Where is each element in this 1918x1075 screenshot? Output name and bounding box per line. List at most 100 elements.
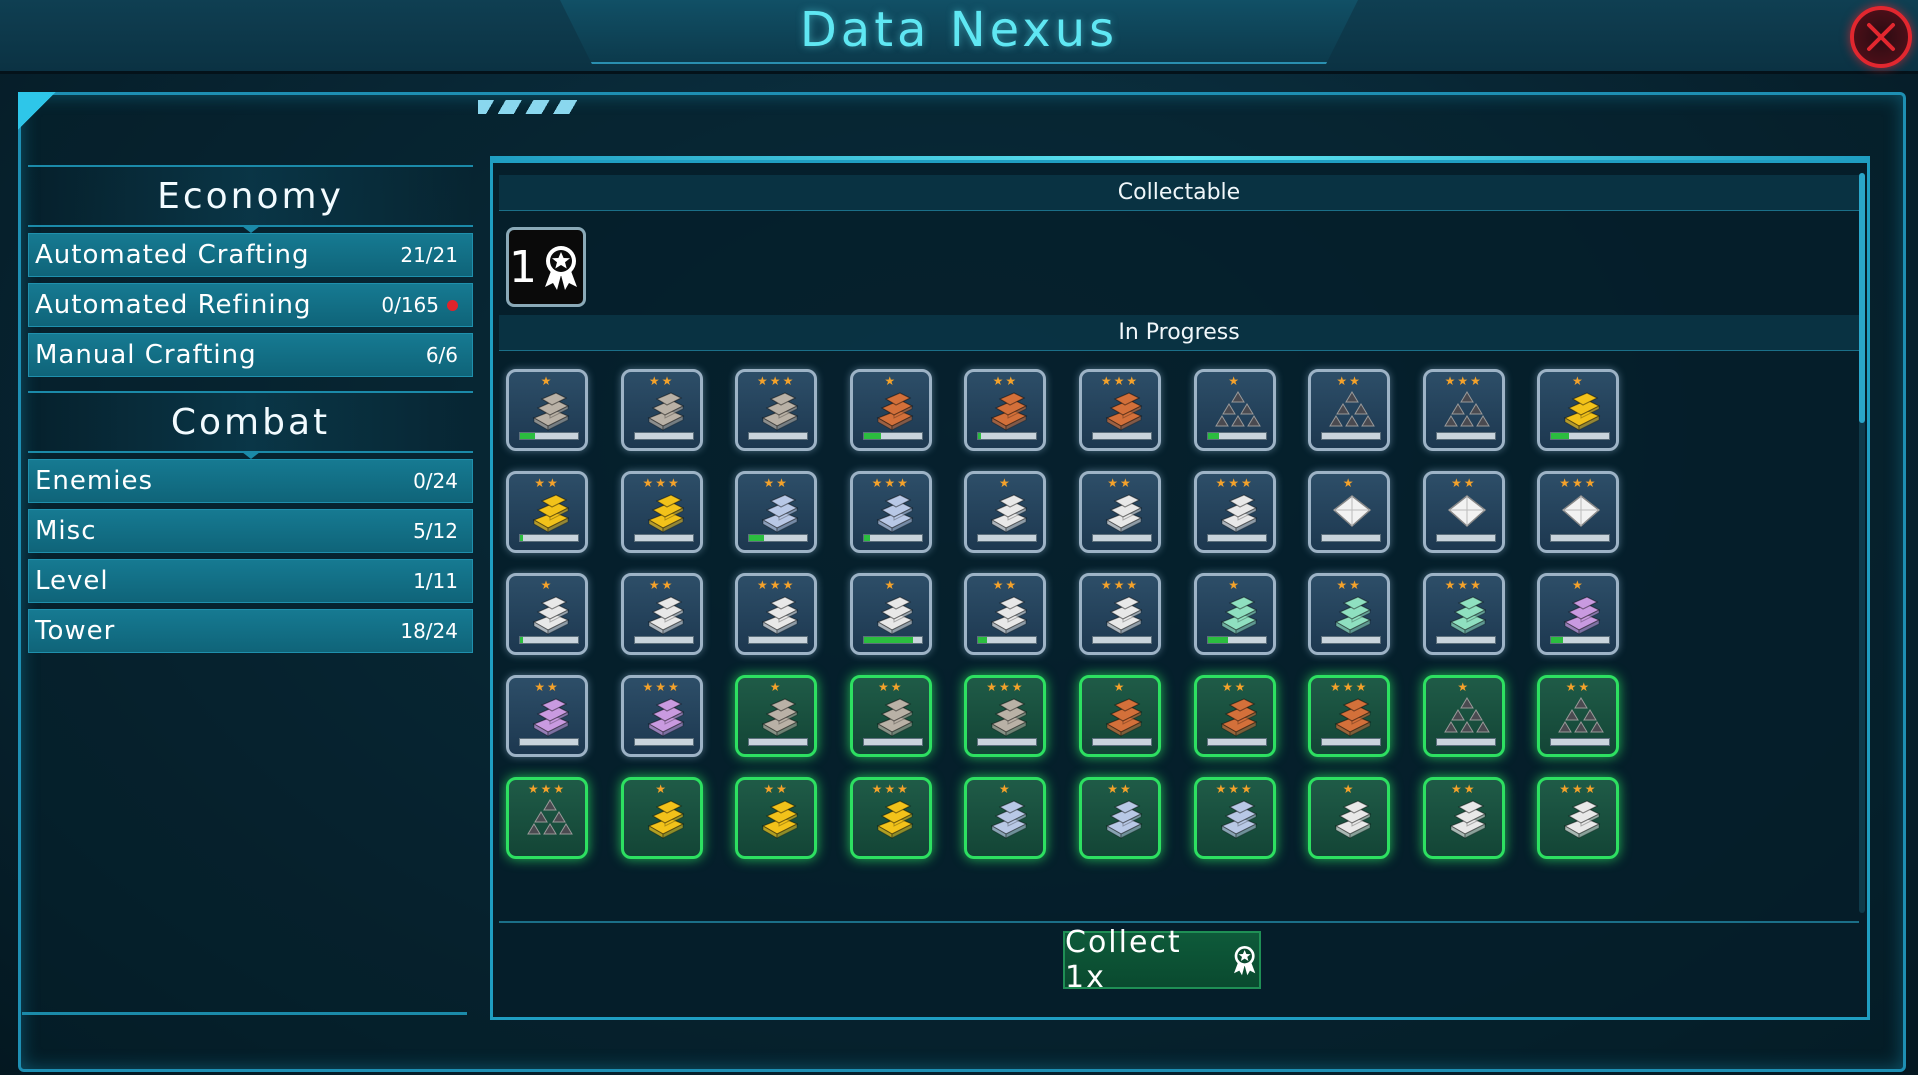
achievement-tile[interactable]: ★★	[620, 573, 703, 655]
achievement-tile[interactable]: ★★★	[1422, 369, 1505, 451]
achievement-tile[interactable]: ★	[506, 369, 588, 451]
star-rating-icon: ★★	[648, 578, 675, 592]
achievement-tile[interactable]: ★	[964, 777, 1047, 859]
star-rating-icon: ★★	[763, 782, 789, 796]
achievement-tile[interactable]: ★★	[1537, 675, 1620, 757]
category-item-automated-refining[interactable]: Automated Refining 0/165	[28, 283, 473, 327]
category-label: Automated Refining	[35, 290, 312, 320]
achievement-tile[interactable]: ★★	[1079, 777, 1161, 859]
category-item-manual-crafting[interactable]: Manual Crafting 6/6	[28, 333, 473, 377]
progress-bar	[1206, 738, 1267, 746]
section-header-combat: Combat	[28, 391, 473, 459]
achievement-tile[interactable]: ★★	[964, 573, 1047, 655]
white-ingot-icon	[1105, 596, 1143, 635]
achievement-tile[interactable]: ★★★	[1537, 777, 1620, 859]
progress-bar	[748, 636, 809, 644]
achievement-tile[interactable]: ★★	[620, 369, 703, 451]
achievement-tile[interactable]: ★	[849, 369, 932, 451]
scrollbar-thumb[interactable]	[1859, 173, 1865, 423]
page-title: Data Nexus	[799, 2, 1119, 58]
achievement-tile[interactable]: ★★★	[1193, 471, 1276, 553]
achievement-tile[interactable]: ★	[1079, 675, 1161, 757]
achievement-tile[interactable]: ★★	[849, 675, 932, 757]
achievement-tile[interactable]: ★★	[964, 369, 1047, 451]
achievement-tile[interactable]: ★★★	[506, 777, 588, 859]
achievement-tile[interactable]: ★★★	[849, 471, 932, 553]
achievement-tile[interactable]: ★★	[506, 675, 588, 757]
achievement-tile[interactable]: ★★★	[1079, 369, 1161, 451]
achievement-tile[interactable]: ★★★	[1537, 471, 1620, 553]
progress-bar	[1206, 534, 1267, 542]
section-title: Economy	[157, 175, 344, 217]
achievement-tile[interactable]: ★	[964, 471, 1047, 553]
achievement-tile[interactable]: ★★★	[1193, 777, 1276, 859]
close-button[interactable]	[1850, 6, 1912, 68]
progress-bar	[1092, 534, 1152, 542]
progress-bar	[1550, 432, 1611, 440]
achievement-tile[interactable]: ★	[849, 573, 932, 655]
achievement-tile[interactable]: ★★★	[620, 675, 703, 757]
achievement-tile[interactable]: ★	[1308, 777, 1391, 859]
progress-fill	[520, 535, 523, 541]
achievement-tile[interactable]: ★	[1537, 573, 1620, 655]
collectable-reward-badge[interactable]: 1	[506, 227, 586, 307]
achievement-tile[interactable]: ★★	[1193, 675, 1276, 757]
silver-blue-ingot-icon	[1220, 800, 1258, 839]
progress-fill	[863, 637, 914, 643]
achievement-tile[interactable]: ★	[506, 573, 588, 655]
header-bar: Data Nexus	[0, 0, 1918, 74]
white-ingot-icon	[647, 596, 685, 635]
violet-ingot-icon	[1564, 596, 1601, 635]
achievement-tile[interactable]: ★	[1308, 471, 1391, 553]
white-ingot-icon	[532, 596, 570, 635]
achievement-tile[interactable]: ★★	[506, 471, 588, 553]
category-item-automated-crafting[interactable]: Automated Crafting 21/21	[28, 233, 473, 277]
achievement-tile[interactable]: ★★	[735, 777, 818, 859]
achievement-tile[interactable]: ★★★	[735, 369, 818, 451]
achievement-tile[interactable]: ★★	[1422, 471, 1505, 553]
achievement-tile[interactable]: ★	[620, 777, 703, 859]
star-rating-icon: ★★	[1565, 680, 1592, 694]
gold-ingot-icon	[761, 800, 799, 839]
progress-fill	[863, 433, 882, 439]
diamond-ingot-icon	[1333, 495, 1372, 528]
star-rating-icon: ★★	[1107, 476, 1133, 490]
progress-bar	[519, 636, 579, 644]
star-rating-icon: ★★★	[1100, 578, 1140, 592]
collect-button[interactable]: Collect 1x	[1063, 925, 1261, 995]
achievement-tile[interactable]: ★	[1193, 573, 1276, 655]
star-rating-icon: ★★★	[757, 578, 796, 592]
achievement-tile[interactable]: ★★★	[1079, 573, 1161, 655]
achievement-tile[interactable]: ★	[1537, 369, 1620, 451]
category-item-enemies[interactable]: Enemies 0/24	[28, 459, 473, 503]
achievement-tile[interactable]: ★★★	[1308, 675, 1391, 757]
category-item-level[interactable]: Level 1/11	[28, 559, 473, 603]
progress-bar	[1435, 432, 1496, 440]
achievement-tile[interactable]: ★★	[1079, 471, 1161, 553]
achievement-tile[interactable]: ★★★	[849, 777, 932, 859]
achievement-tile[interactable]: ★	[1422, 675, 1505, 757]
star-rating-icon: ★	[769, 680, 783, 694]
category-item-tower[interactable]: Tower 18/24	[28, 609, 473, 653]
white-ingot-icon	[1449, 800, 1487, 839]
achievement-tile[interactable]: ★	[1193, 369, 1276, 451]
progress-fill	[1207, 637, 1228, 643]
category-count: 6/6	[425, 343, 458, 367]
grid-scrollbar[interactable]	[1859, 173, 1865, 913]
award-ribbon-icon	[545, 246, 577, 290]
achievement-tile[interactable]: ★	[735, 675, 818, 757]
star-rating-icon: ★	[1457, 680, 1471, 694]
achievement-tile[interactable]: ★★	[1422, 777, 1505, 859]
achievement-tile[interactable]: ★★★	[620, 471, 703, 553]
achievement-tile[interactable]: ★★	[1308, 573, 1391, 655]
achievement-tile[interactable]: ★★	[735, 471, 818, 553]
star-rating-icon: ★	[884, 374, 898, 388]
category-item-misc[interactable]: Misc 5/12	[28, 509, 473, 553]
achievement-tile[interactable]: ★★★	[964, 675, 1047, 757]
achievement-tile[interactable]: ★★★	[1422, 573, 1505, 655]
achievement-tile[interactable]: ★★★	[735, 573, 818, 655]
star-rating-icon: ★	[1113, 680, 1127, 694]
star-rating-icon: ★★	[1451, 476, 1477, 490]
achievement-tile[interactable]: ★★	[1308, 369, 1391, 451]
frame-stripes	[478, 100, 578, 114]
